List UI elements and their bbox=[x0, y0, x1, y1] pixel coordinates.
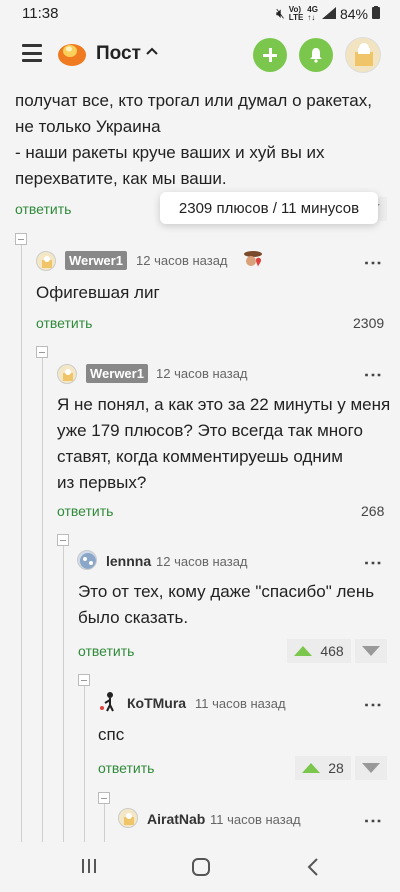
reply-button[interactable]: ответить bbox=[98, 760, 154, 776]
more-options-icon[interactable]: ⋮ bbox=[363, 554, 383, 572]
comment-username[interactable]: Werwer1 bbox=[86, 364, 148, 383]
more-options-icon[interactable]: ⋮ bbox=[363, 254, 383, 272]
collapse-toggle[interactable] bbox=[78, 674, 90, 686]
comment-text-line: было сказать. bbox=[78, 608, 189, 627]
collapse-toggle[interactable] bbox=[98, 792, 110, 804]
comment-text-line: из первых? bbox=[57, 473, 147, 492]
comment-text: Это от тех, кому даже "спасибо" лень был… bbox=[78, 579, 393, 631]
chevron-up-icon[interactable] bbox=[146, 45, 158, 59]
thread-line bbox=[42, 354, 43, 842]
pikabu-logo[interactable] bbox=[57, 38, 87, 68]
notifications-button[interactable] bbox=[299, 38, 333, 72]
page-title[interactable]: Пост bbox=[96, 43, 141, 65]
avatar[interactable] bbox=[36, 251, 56, 271]
vote-count: 468 bbox=[320, 643, 344, 659]
avatar[interactable] bbox=[118, 808, 138, 828]
comment-time: 12 часов назад bbox=[156, 366, 248, 381]
add-post-button[interactable] bbox=[253, 38, 287, 72]
user-avatar[interactable] bbox=[345, 37, 381, 73]
comment-text-line: ставят, когда комментируешь одним bbox=[57, 447, 343, 466]
system-nav-bar bbox=[0, 842, 400, 892]
comment-time: 11 часов назад bbox=[210, 812, 301, 827]
signal-icon bbox=[321, 6, 336, 22]
recent-apps-icon[interactable] bbox=[80, 857, 98, 880]
post-text-line: получат все, кто трогал или думал о раке… bbox=[15, 91, 372, 110]
mute-icon: 🔇︎ bbox=[275, 5, 285, 21]
battery-icon bbox=[372, 5, 380, 22]
vote-count: 28 bbox=[328, 760, 344, 776]
status-icons: 🔇︎ Vo) LTE 4G ↑↓ 84% bbox=[276, 5, 380, 22]
downvote-icon[interactable] bbox=[362, 763, 380, 773]
comment-text-line: уже 179 плюсов? Это всегда так много bbox=[57, 421, 363, 440]
more-options-icon[interactable]: ⋮ bbox=[363, 812, 383, 830]
thread-line bbox=[84, 680, 85, 842]
thread-line bbox=[21, 240, 22, 842]
comment-time: 12 часов назад bbox=[136, 253, 228, 268]
comment-username[interactable]: КоТМurа bbox=[127, 695, 186, 711]
network-4g-icon: 4G ↑↓ bbox=[307, 4, 318, 22]
reply-button[interactable]: ответить bbox=[15, 201, 71, 217]
award-icon[interactable] bbox=[242, 248, 264, 270]
votes-tooltip: 2309 плюсов / 11 минусов bbox=[160, 192, 378, 224]
upvote-icon[interactable] bbox=[302, 763, 321, 773]
more-options-icon[interactable]: ⋮ bbox=[363, 366, 383, 384]
upvote-box[interactable]: 468 bbox=[287, 639, 351, 663]
reply-button[interactable]: ответить bbox=[78, 643, 134, 659]
comment-text-line: Это от тех, кому даже "спасибо" лень bbox=[78, 582, 375, 601]
vote-count: 268 bbox=[361, 503, 385, 519]
post-text-line: - наши ракеты круче ваших и хуй вы их bbox=[15, 143, 325, 162]
post-text: получат все, кто трогал или думал о раке… bbox=[15, 88, 395, 192]
comment-username[interactable]: lennna bbox=[106, 553, 151, 569]
comment-text-line: Я не понял, а как это за 22 минуты у мен… bbox=[57, 395, 391, 414]
status-bar: 11:38 🔇︎ Vo) LTE 4G ↑↓ 84% bbox=[0, 0, 400, 28]
upvote-box[interactable]: 28 bbox=[295, 756, 351, 780]
app-header: Пост bbox=[0, 28, 400, 82]
avatar[interactable] bbox=[77, 550, 97, 570]
plus-icon bbox=[263, 48, 277, 62]
downvote-button[interactable] bbox=[355, 756, 387, 780]
comment-text: Офигевшая лиг bbox=[36, 283, 160, 302]
battery-label: 84% bbox=[339, 5, 368, 22]
comment-time: 11 часов назад bbox=[195, 696, 286, 711]
volte-icon: Vo) LTE bbox=[288, 4, 304, 22]
post-text-line: перехватите, как мы ваши. bbox=[15, 169, 227, 188]
thread-line bbox=[63, 540, 64, 842]
menu-icon[interactable] bbox=[22, 44, 42, 62]
comment-username[interactable]: AiratNab bbox=[147, 811, 205, 827]
collapse-toggle[interactable] bbox=[15, 233, 27, 245]
comment-text: Я не понял, а как это за 22 минуты у мен… bbox=[57, 392, 392, 496]
post-text-line: не только Украина bbox=[15, 117, 161, 136]
bell-icon bbox=[310, 48, 322, 63]
comment-username[interactable]: Werwer1 bbox=[65, 251, 127, 270]
collapse-toggle[interactable] bbox=[57, 534, 69, 546]
reply-button[interactable]: ответить bbox=[57, 503, 113, 519]
reply-button[interactable]: ответить bbox=[36, 315, 92, 331]
comment-time: 12 часов назад bbox=[156, 554, 248, 569]
back-icon[interactable] bbox=[306, 857, 320, 882]
downvote-button[interactable] bbox=[355, 639, 387, 663]
more-options-icon[interactable]: ⋮ bbox=[363, 696, 383, 714]
status-time: 11:38 bbox=[22, 5, 59, 22]
home-icon[interactable] bbox=[191, 857, 211, 882]
comment-text: спс bbox=[98, 725, 125, 744]
upvote-icon[interactable] bbox=[294, 646, 313, 656]
vote-count: 2309 bbox=[353, 315, 385, 331]
avatar[interactable] bbox=[57, 364, 77, 384]
avatar[interactable] bbox=[98, 690, 120, 712]
downvote-icon[interactable] bbox=[362, 646, 380, 656]
collapse-toggle[interactable] bbox=[36, 346, 48, 358]
